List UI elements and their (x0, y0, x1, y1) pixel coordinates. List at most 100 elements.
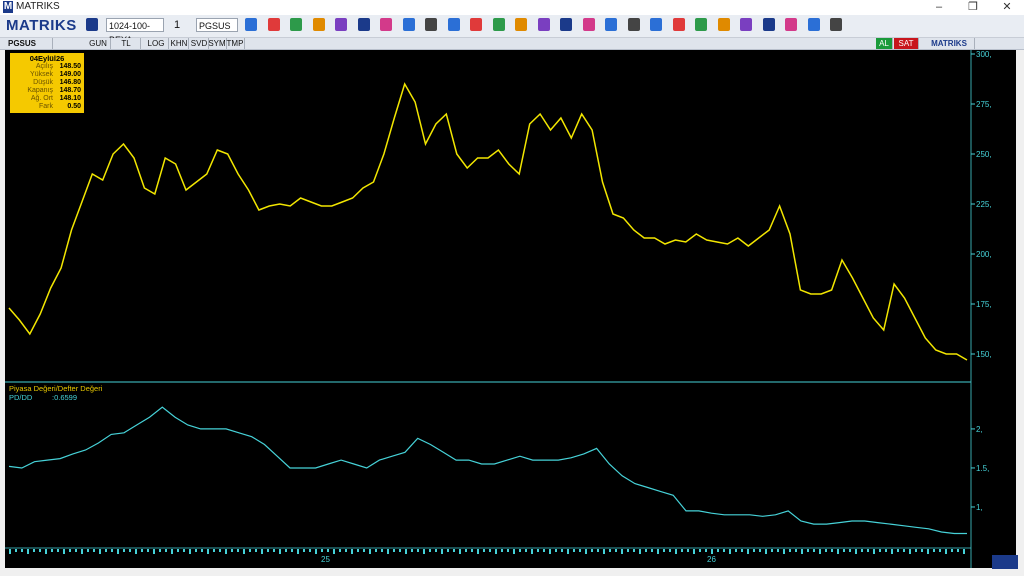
x-tick-mark (225, 549, 227, 554)
link-icon[interactable] (740, 18, 752, 31)
x-tick-mark (243, 549, 245, 554)
app-logo-icon: M (3, 1, 13, 13)
x-tick-mark (603, 549, 605, 554)
tab-tl[interactable]: TL (112, 38, 141, 49)
compare-icon[interactable] (582, 18, 595, 31)
x-tick-mark (351, 549, 353, 554)
maximize-button[interactable]: ❐ (956, 0, 990, 15)
mail-icon[interactable] (515, 18, 527, 31)
x-tick-mark (741, 549, 743, 552)
x-tick-mark (393, 549, 395, 552)
chart-area[interactable]: 300, 275, 250, 225, 200, 175, 150, 2, 1.5, 1, 25… (5, 50, 1016, 568)
price-tick-label: 275, (976, 100, 992, 109)
save-icon[interactable] (86, 18, 98, 31)
export-icon[interactable] (605, 18, 617, 31)
x-tick-mark (159, 549, 161, 552)
bell-icon[interactable] (785, 18, 797, 31)
twitter-icon[interactable] (672, 18, 685, 31)
sell-button[interactable]: SAT (894, 38, 919, 49)
layout-count[interactable]: 1 (172, 18, 192, 32)
timer-icon[interactable] (335, 18, 347, 31)
x-tick-mark (15, 549, 17, 552)
ohlc-label: Kapanış (27, 87, 53, 94)
tab-svd[interactable]: SVD (190, 38, 209, 49)
x-tick-mark (321, 549, 323, 552)
x-tick-mark (483, 549, 485, 552)
x-tick-mark (831, 549, 833, 552)
close-button[interactable]: ✕ (990, 0, 1024, 15)
grid-icon[interactable] (717, 18, 730, 31)
volume-icon[interactable] (695, 18, 707, 31)
x-tick-mark (339, 549, 341, 552)
x-tick-mark (357, 549, 359, 552)
tab-tmp[interactable]: TMP (226, 38, 245, 49)
x-tick-mark (615, 549, 617, 552)
x-tick-mark (201, 549, 203, 552)
main-toolbar: MATRIKS 1024-100-BEYA 1 PGSUS (0, 15, 1024, 45)
x-tick-mark (75, 549, 77, 552)
draw-icon[interactable] (267, 18, 280, 31)
x-tick-mark (129, 549, 131, 552)
x-tick-mark (81, 549, 83, 554)
globe-icon[interactable] (470, 18, 482, 31)
resize-icon[interactable] (762, 18, 775, 31)
x-tick-mark (255, 549, 257, 552)
x-tick-mark (165, 549, 167, 552)
tab-gun[interactable]: GUN (86, 38, 111, 49)
price-tick-label: 200, (976, 250, 992, 259)
shape-icon[interactable] (312, 18, 325, 31)
symbol-select[interactable]: PGSUS (196, 18, 238, 32)
stop-icon[interactable] (492, 18, 505, 31)
color-icon[interactable] (380, 18, 392, 31)
tab-log[interactable]: LOG (144, 38, 169, 49)
x-tick-mark (927, 549, 929, 554)
price-tick-label: 300, (976, 50, 992, 59)
font-icon[interactable] (425, 18, 437, 31)
price-tick-label: 225, (976, 200, 992, 209)
x-tick-mark (99, 549, 101, 554)
x-tick-mark (651, 549, 653, 552)
bar-chart-icon[interactable] (290, 18, 302, 31)
x-tick-mark (879, 549, 881, 552)
tab-khn[interactable]: KHN (170, 38, 189, 49)
zoom-icon[interactable] (245, 18, 257, 31)
bold-icon[interactable] (402, 18, 415, 31)
calendar-icon[interactable] (650, 18, 662, 31)
tab-sym[interactable]: SYM (208, 38, 227, 49)
ohlc-label: Yüksek (30, 71, 53, 78)
x-tick-mark (207, 549, 209, 554)
buy-button[interactable]: AL (876, 38, 893, 49)
x-tick-mark (123, 549, 125, 552)
trend-icon[interactable] (537, 18, 550, 31)
x-tick-mark (891, 549, 893, 554)
template-select[interactable]: 1024-100-BEYA (106, 18, 164, 45)
chart-svg[interactable]: 300, 275, 250, 225, 200, 175, 150, 2, 1.5, 1, 25… (5, 50, 1016, 568)
x-tick-mark (513, 549, 515, 554)
grid2-icon[interactable] (830, 18, 842, 31)
x-tick-mark (417, 549, 419, 552)
x-tick-mark (507, 549, 509, 552)
ohlc-label: Açılış (35, 63, 53, 70)
corner-settings-icon[interactable] (992, 555, 1018, 569)
x-tick-mark (261, 549, 263, 554)
underline-icon[interactable] (447, 18, 460, 31)
x-tick-mark (177, 549, 179, 552)
x-tick-mark (771, 549, 773, 552)
x-tick-mark (141, 549, 143, 552)
minimize-button[interactable]: – (922, 0, 956, 15)
x-tick-mark (387, 549, 389, 554)
function-icon[interactable] (560, 18, 572, 31)
x-tick-mark (675, 549, 677, 554)
x-tick-mark (717, 549, 719, 552)
x-tick-mark (729, 549, 731, 554)
x-tick-mark (783, 549, 785, 554)
x-tick-mark (555, 549, 557, 552)
x-tick-mark (849, 549, 851, 552)
x-tick-mark (171, 549, 173, 554)
calculator-icon[interactable] (807, 18, 820, 31)
news-icon[interactable] (627, 18, 640, 31)
indicator-icon[interactable] (357, 18, 370, 31)
x-tick-mark (543, 549, 545, 552)
window-title: MATRIKS (16, 1, 60, 12)
x-tick-mark (951, 549, 953, 552)
